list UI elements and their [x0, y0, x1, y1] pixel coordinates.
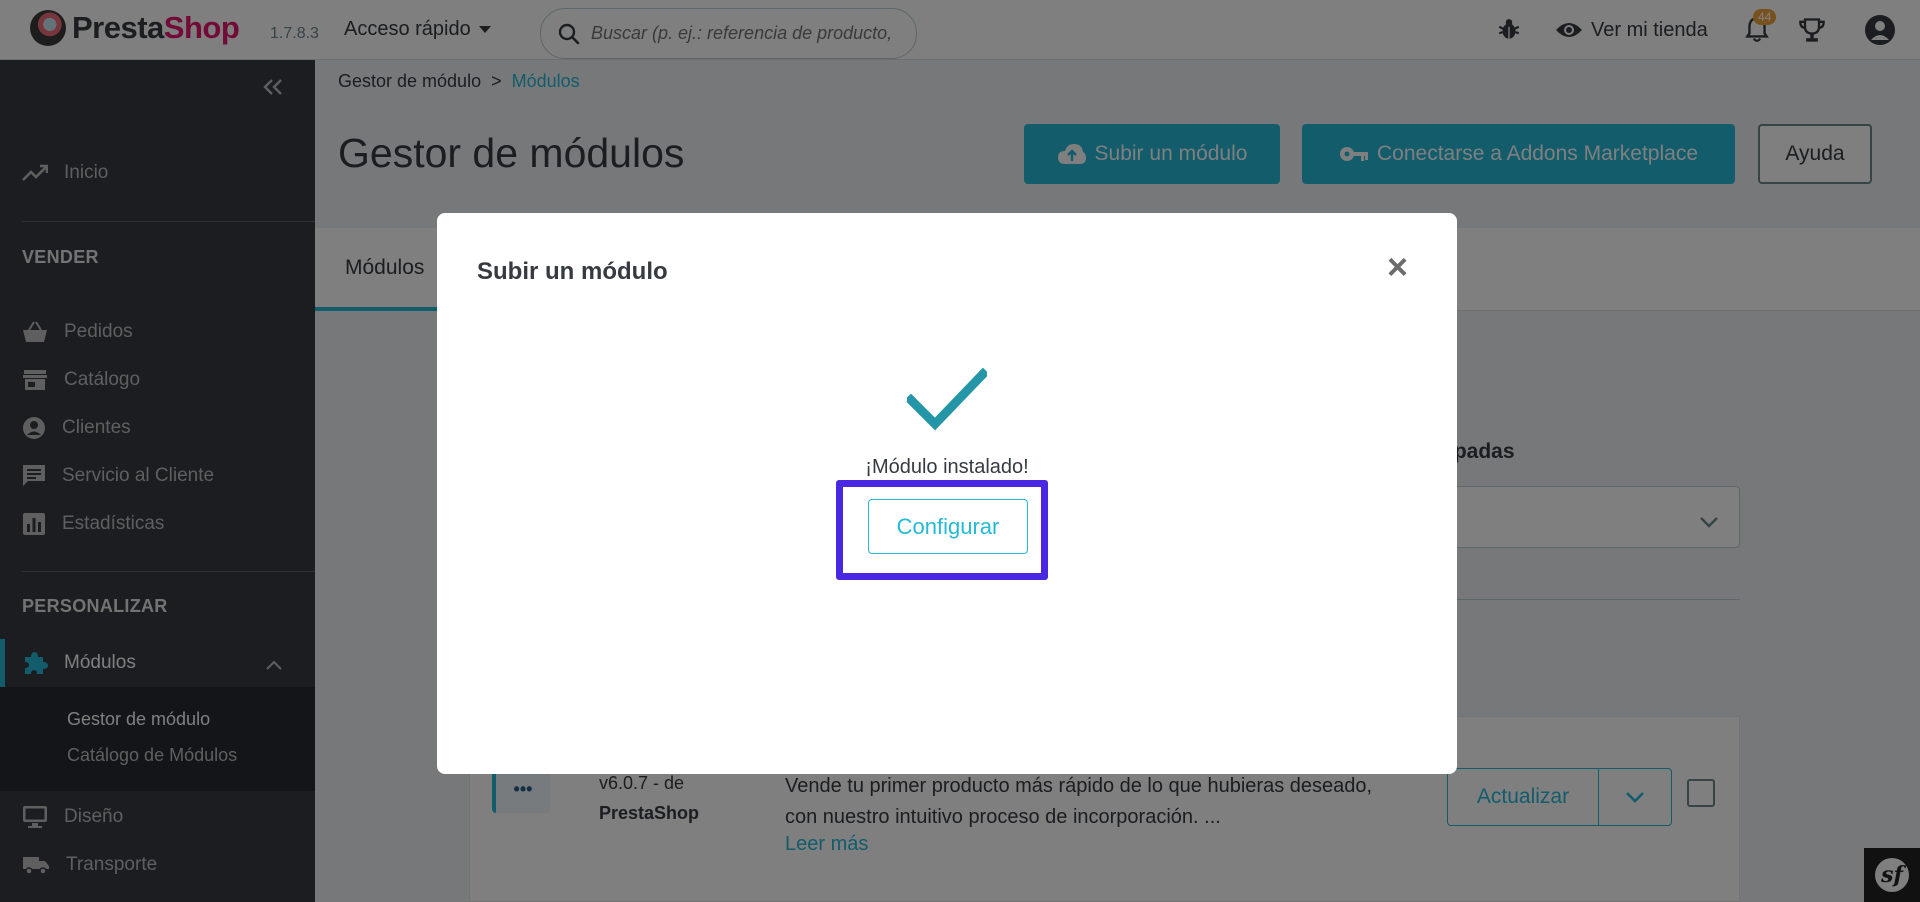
close-icon[interactable]: ×	[1387, 249, 1408, 285]
configure-button[interactable]: Configurar	[868, 499, 1028, 554]
modal-title: Subir un módulo	[477, 258, 668, 285]
success-message: ¡Módulo instalado!	[865, 456, 1029, 478]
checkmark-icon	[907, 368, 987, 431]
upload-module-modal: Subir un módulo × ¡Módulo instalado! Con…	[437, 213, 1457, 774]
